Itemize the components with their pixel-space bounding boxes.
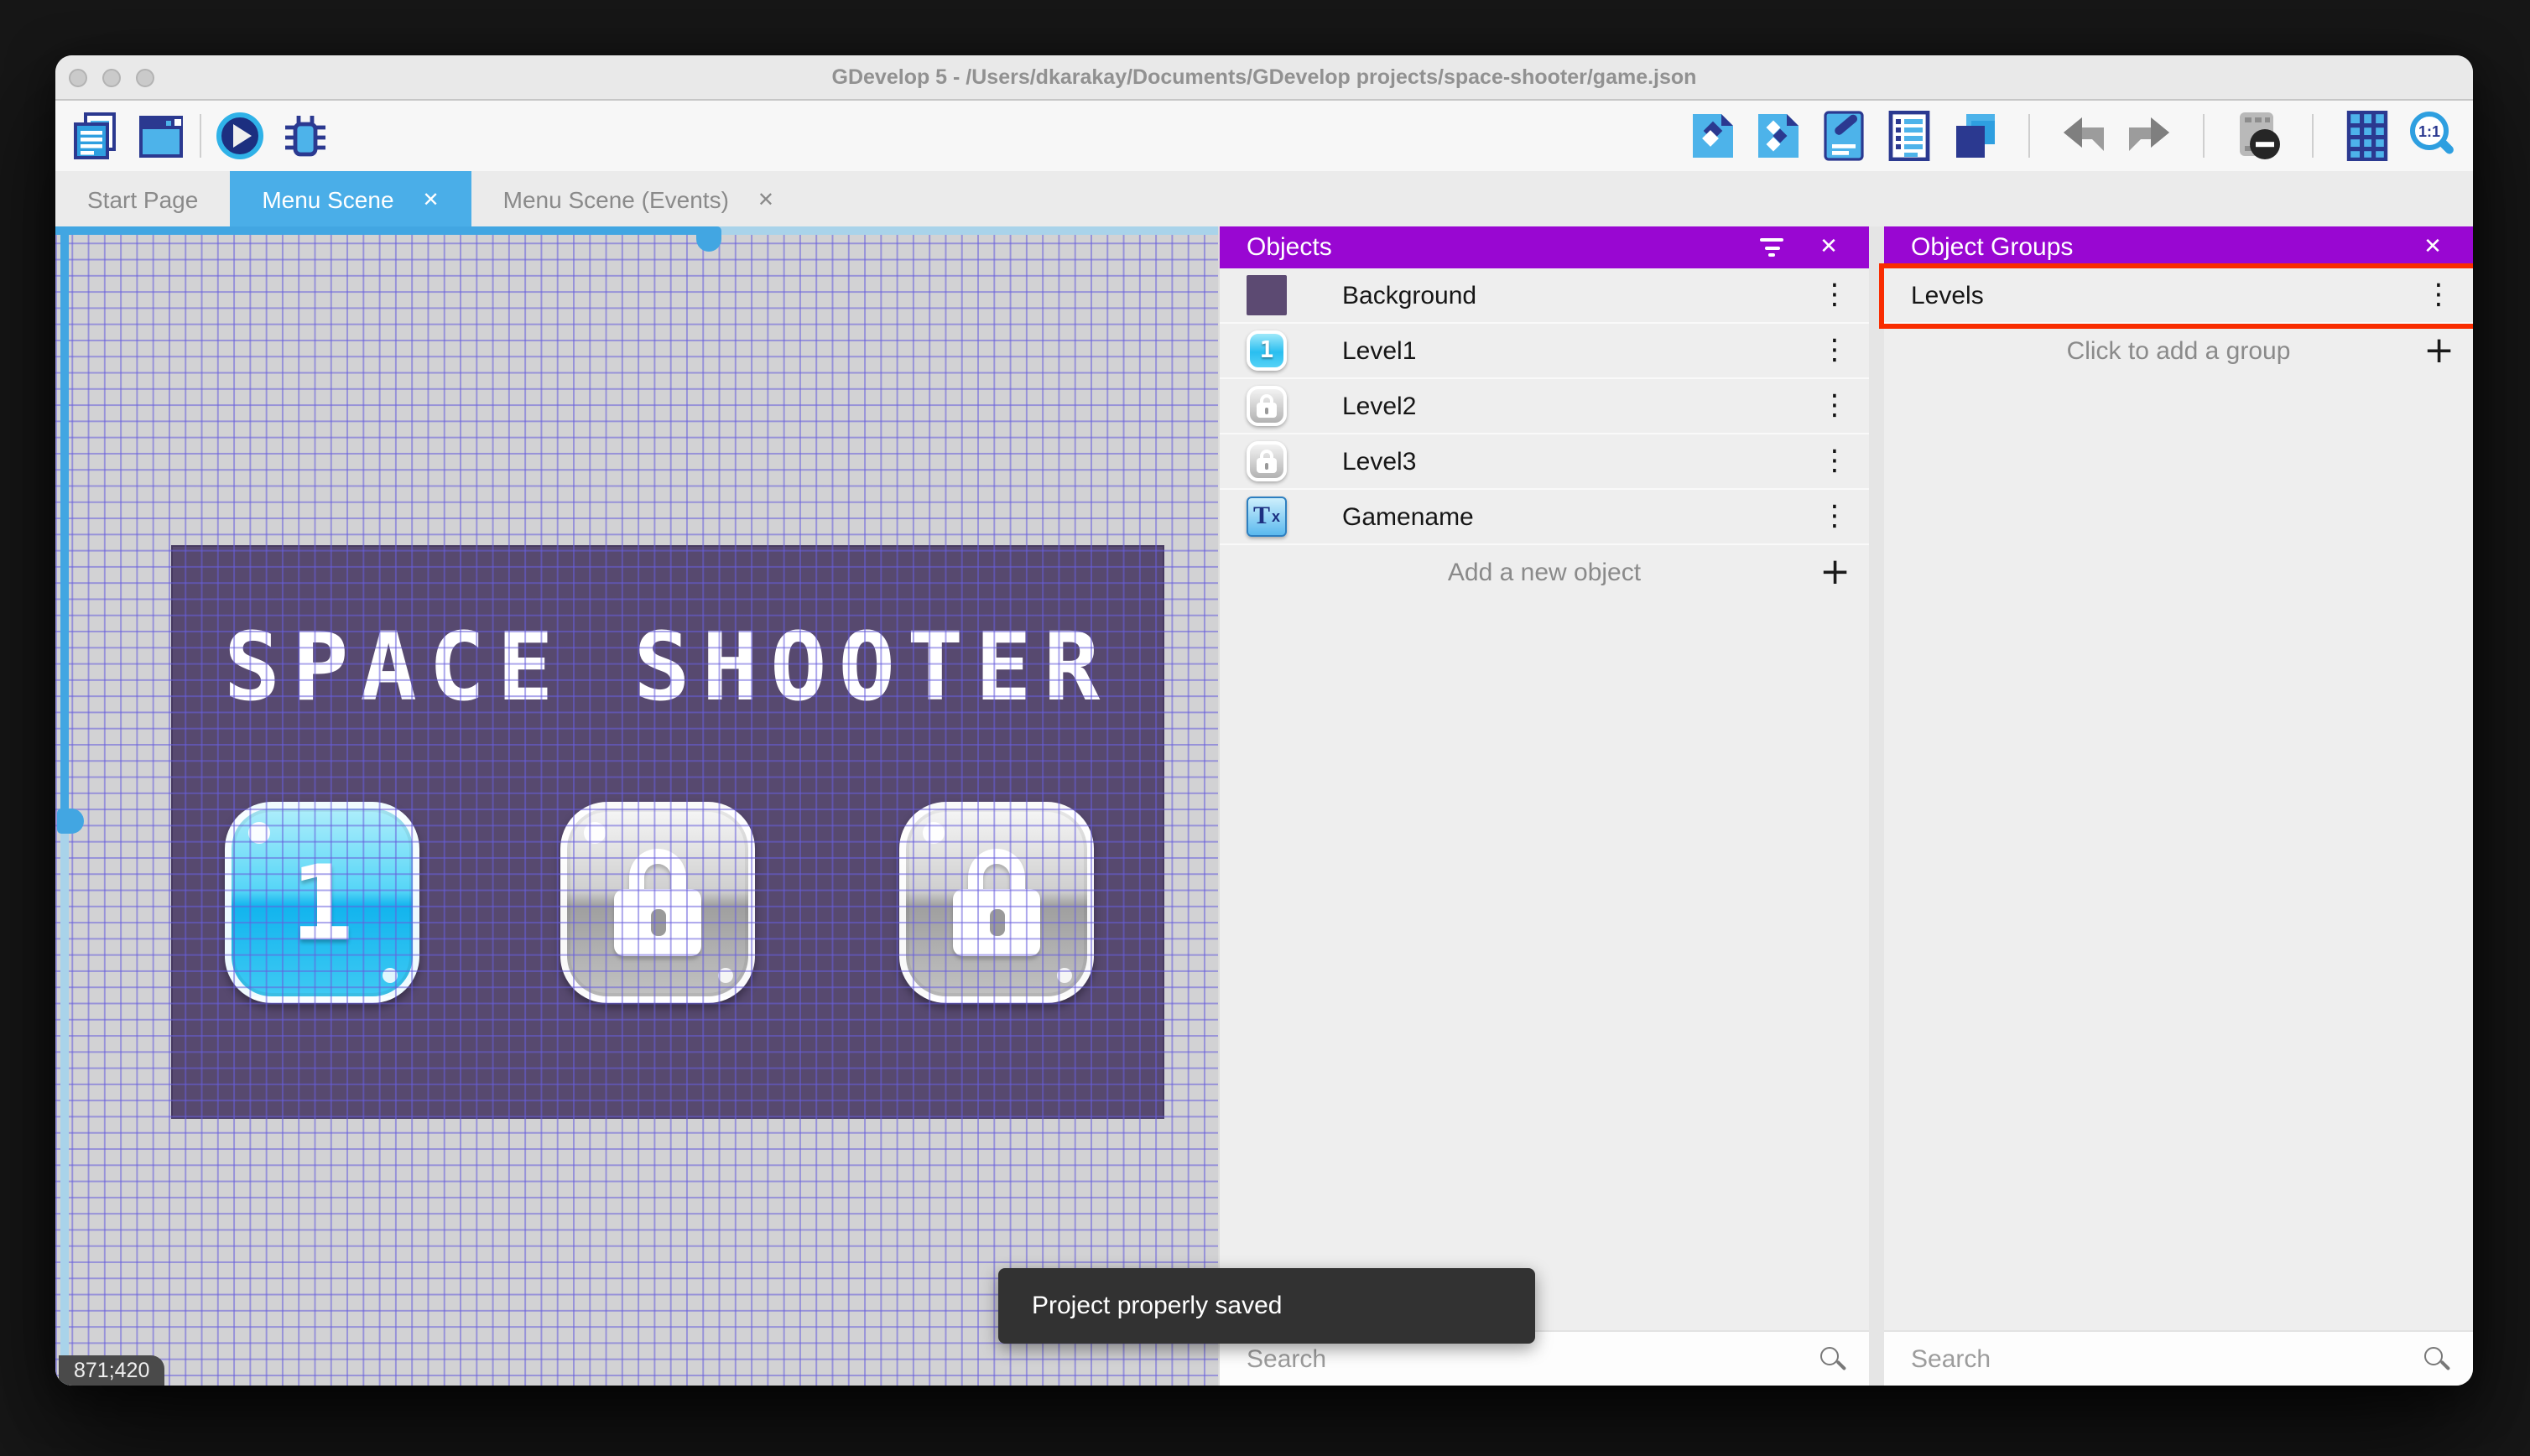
- toolbar-separator: [200, 114, 201, 158]
- object-name: Level3: [1342, 447, 1417, 476]
- undo-icon[interactable]: [2059, 111, 2109, 161]
- objects-panel-icon[interactable]: [1688, 111, 1738, 161]
- level1-button-instance[interactable]: 1: [225, 802, 419, 1003]
- editor-tabs: Start Page Menu Scene ✕ Menu Scene (Even…: [55, 171, 2473, 226]
- cursor-coordinates-badge: 871;420: [59, 1355, 165, 1386]
- level2-button-instance[interactable]: [560, 802, 755, 1003]
- level2-object-icon: [1247, 386, 1287, 426]
- project-manager-icon[interactable]: [70, 111, 121, 161]
- object-row-gamename[interactable]: Tx Gamename ⋮: [1220, 490, 1869, 545]
- lock-icon: [614, 849, 701, 956]
- tab-menu-scene-events[interactable]: Menu Scene (Events) ✕: [471, 171, 806, 226]
- lock-icon: [1257, 450, 1277, 473]
- redo-icon[interactable]: [2124, 111, 2174, 161]
- properties-panel-icon[interactable]: [1819, 111, 1869, 161]
- window-title: GDevelop 5 - /Users/dkarakay/Documents/G…: [831, 65, 1697, 89]
- object-groups-panel: Object Groups ✕ Levels ⋮ Click to add a …: [1884, 226, 2473, 1386]
- svg-text:1:1: 1:1: [2418, 123, 2440, 140]
- object-groups-panel-body: [1884, 379, 2473, 1330]
- horizontal-scrollbar-handle[interactable]: [696, 226, 721, 252]
- object-groups-panel-icon[interactable]: [1753, 111, 1804, 161]
- tab-label: Start Page: [87, 185, 199, 212]
- toast-message: Project properly saved: [1032, 1292, 1283, 1320]
- gdevelop-window: GDevelop 5 - /Users/dkarakay/Documents/G…: [55, 55, 2473, 1386]
- level1-object-icon: 1: [1247, 330, 1287, 371]
- object-menu-icon[interactable]: ⋮: [1820, 434, 1849, 488]
- zoom-original-icon[interactable]: 1:1: [2408, 111, 2458, 161]
- save-toast: Project properly saved: [998, 1268, 1535, 1344]
- filter-icon[interactable]: [1755, 231, 1788, 264]
- object-row-level2[interactable]: Level2 ⋮: [1220, 379, 1869, 434]
- lock-icon: [1257, 394, 1277, 418]
- search-icon: [1820, 1347, 1839, 1365]
- desktop: GDevelop 5 - /Users/dkarakay/Documents/G…: [0, 0, 2530, 1456]
- object-name: Level1: [1342, 336, 1417, 365]
- object-menu-icon[interactable]: ⋮: [1820, 379, 1849, 433]
- vertical-scrollbar[interactable]: [57, 226, 84, 1386]
- close-tab-icon[interactable]: ✕: [757, 187, 774, 211]
- group-row-levels[interactable]: Levels ⋮: [1884, 268, 2473, 324]
- add-group-label: Click to add a group: [2066, 337, 2291, 366]
- background-object-icon: [1247, 275, 1287, 315]
- layers-panel-icon[interactable]: [1950, 111, 2000, 161]
- lock-icon: [953, 849, 1040, 956]
- tab-label: Menu Scene (Events): [502, 185, 729, 212]
- add-icon[interactable]: +: [1819, 545, 1851, 601]
- tab-label: Menu Scene: [262, 185, 394, 212]
- objects-search-input[interactable]: [1220, 1344, 1869, 1373]
- object-row-background[interactable]: Background ⋮: [1220, 268, 1869, 324]
- toolbar-separator: [2028, 114, 2030, 158]
- add-icon[interactable]: +: [2423, 324, 2455, 379]
- debug-icon[interactable]: [280, 111, 331, 161]
- object-menu-icon[interactable]: ⋮: [1820, 490, 1849, 543]
- close-tab-icon[interactable]: ✕: [423, 187, 440, 211]
- objects-panel-title: Objects: [1247, 233, 1332, 262]
- add-group-row[interactable]: Click to add a group +: [1884, 324, 2473, 379]
- tab-start-page[interactable]: Start Page: [55, 171, 230, 226]
- panel-divider[interactable]: [1869, 226, 1884, 1386]
- object-menu-icon[interactable]: ⋮: [1820, 324, 1849, 377]
- horizontal-scrollbar[interactable]: [55, 226, 1218, 252]
- scene-editor-canvas[interactable]: SPACE SHOOTER 1 871;420: [55, 226, 1218, 1386]
- level3-object-icon: [1247, 441, 1287, 481]
- object-row-level1[interactable]: 1 Level1 ⋮: [1220, 324, 1869, 379]
- tab-menu-scene[interactable]: Menu Scene ✕: [230, 171, 471, 226]
- objects-panel-header: Objects ✕: [1220, 226, 1869, 268]
- play-icon[interactable]: [215, 111, 265, 161]
- vertical-scrollbar-handle[interactable]: [57, 809, 84, 834]
- groups-search-bar: [1884, 1330, 2473, 1386]
- scene-title-sprite[interactable]: SPACE SHOOTER: [173, 614, 1163, 723]
- background-instance[interactable]: SPACE SHOOTER 1: [171, 545, 1164, 1119]
- toolbar-separator: [2203, 114, 2205, 158]
- object-row-level3[interactable]: Level3 ⋮: [1220, 434, 1869, 490]
- title-bar: GDevelop 5 - /Users/dkarakay/Documents/G…: [55, 55, 2473, 101]
- add-object-label: Add a new object: [1447, 559, 1642, 587]
- close-panel-icon[interactable]: ✕: [2416, 231, 2449, 264]
- object-groups-panel-header: Object Groups ✕: [1884, 226, 2473, 268]
- object-name: Gamename: [1342, 502, 1474, 531]
- objects-panel: Objects ✕ Background ⋮ 1 Level1 ⋮ Level2…: [1218, 226, 1869, 1386]
- grid-icon[interactable]: [2342, 111, 2392, 161]
- groups-search-input[interactable]: [1884, 1344, 2473, 1373]
- instances-list-icon[interactable]: [1884, 111, 1934, 161]
- group-menu-icon[interactable]: ⋮: [2424, 268, 2453, 322]
- close-panel-icon[interactable]: ✕: [1812, 231, 1845, 264]
- toolbar-separator: [2312, 114, 2314, 158]
- render-mask-icon[interactable]: [2233, 111, 2283, 161]
- text-object-icon: Tx: [1247, 497, 1287, 537]
- object-name: Level2: [1342, 392, 1417, 420]
- add-object-row[interactable]: Add a new object +: [1220, 545, 1869, 601]
- group-name: Levels: [1911, 281, 1984, 309]
- scene-window-icon[interactable]: [136, 111, 186, 161]
- search-icon: [2424, 1347, 2443, 1365]
- main-toolbar: 1:1: [55, 101, 2473, 171]
- object-menu-icon[interactable]: ⋮: [1820, 268, 1849, 322]
- level3-button-instance[interactable]: [899, 802, 1094, 1003]
- objects-panel-body: [1220, 601, 1869, 1330]
- object-groups-panel-title: Object Groups: [1911, 233, 2074, 262]
- object-name: Background: [1342, 281, 1477, 309]
